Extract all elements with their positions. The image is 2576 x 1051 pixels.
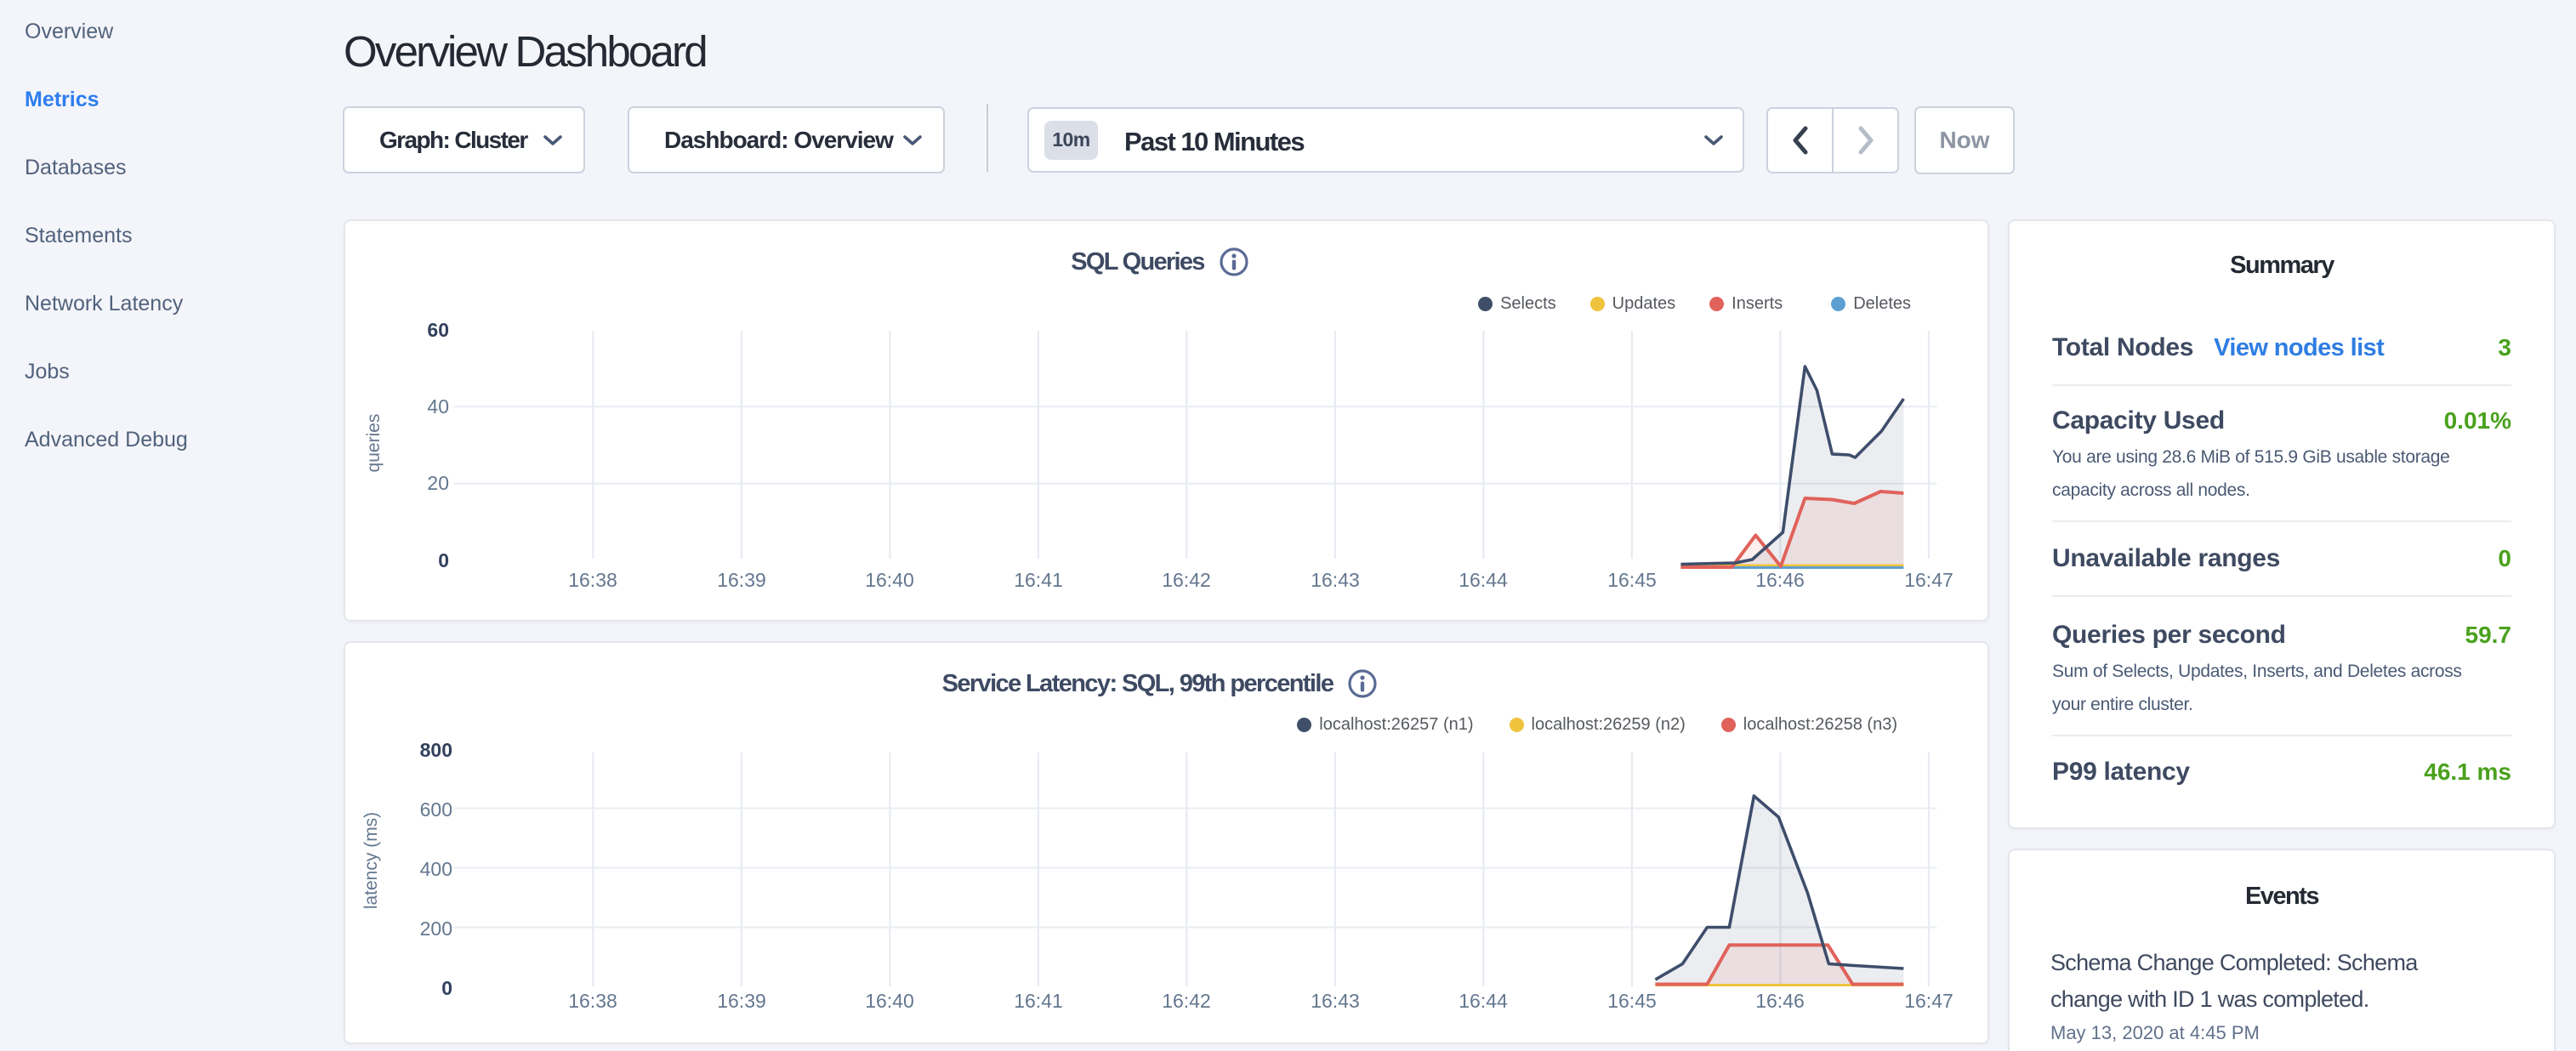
svg-text:16:43: 16:43: [1311, 990, 1360, 1012]
svg-text:latency (ms): latency (ms): [361, 812, 381, 909]
svg-text:0: 0: [441, 977, 452, 999]
svg-text:60: 60: [427, 319, 449, 341]
svg-text:16:47: 16:47: [1904, 569, 1953, 591]
svg-text:800: 800: [420, 739, 452, 761]
svg-text:16:45: 16:45: [1607, 990, 1657, 1012]
svg-text:400: 400: [420, 858, 452, 880]
svg-text:16:41: 16:41: [1014, 990, 1063, 1012]
svg-text:16:42: 16:42: [1162, 990, 1211, 1012]
svg-text:16:41: 16:41: [1014, 569, 1063, 591]
svg-text:600: 600: [420, 798, 452, 821]
svg-text:16:38: 16:38: [568, 990, 617, 1012]
svg-text:16:39: 16:39: [717, 990, 766, 1012]
svg-text:16:47: 16:47: [1904, 990, 1953, 1012]
svg-text:40: 40: [427, 395, 449, 418]
svg-text:16:43: 16:43: [1311, 569, 1360, 591]
svg-text:queries: queries: [364, 414, 384, 473]
svg-text:16:45: 16:45: [1607, 569, 1657, 591]
svg-text:0: 0: [438, 549, 449, 571]
svg-text:16:44: 16:44: [1459, 569, 1508, 591]
svg-text:20: 20: [427, 472, 449, 494]
svg-text:16:38: 16:38: [568, 569, 617, 591]
svg-text:16:39: 16:39: [717, 569, 766, 591]
svg-text:200: 200: [420, 917, 452, 940]
svg-text:16:44: 16:44: [1459, 990, 1508, 1012]
svg-text:16:46: 16:46: [1755, 569, 1805, 591]
svg-text:16:40: 16:40: [865, 990, 914, 1012]
svg-text:16:42: 16:42: [1162, 569, 1211, 591]
svg-text:16:40: 16:40: [865, 569, 914, 591]
svg-text:16:46: 16:46: [1755, 990, 1805, 1012]
